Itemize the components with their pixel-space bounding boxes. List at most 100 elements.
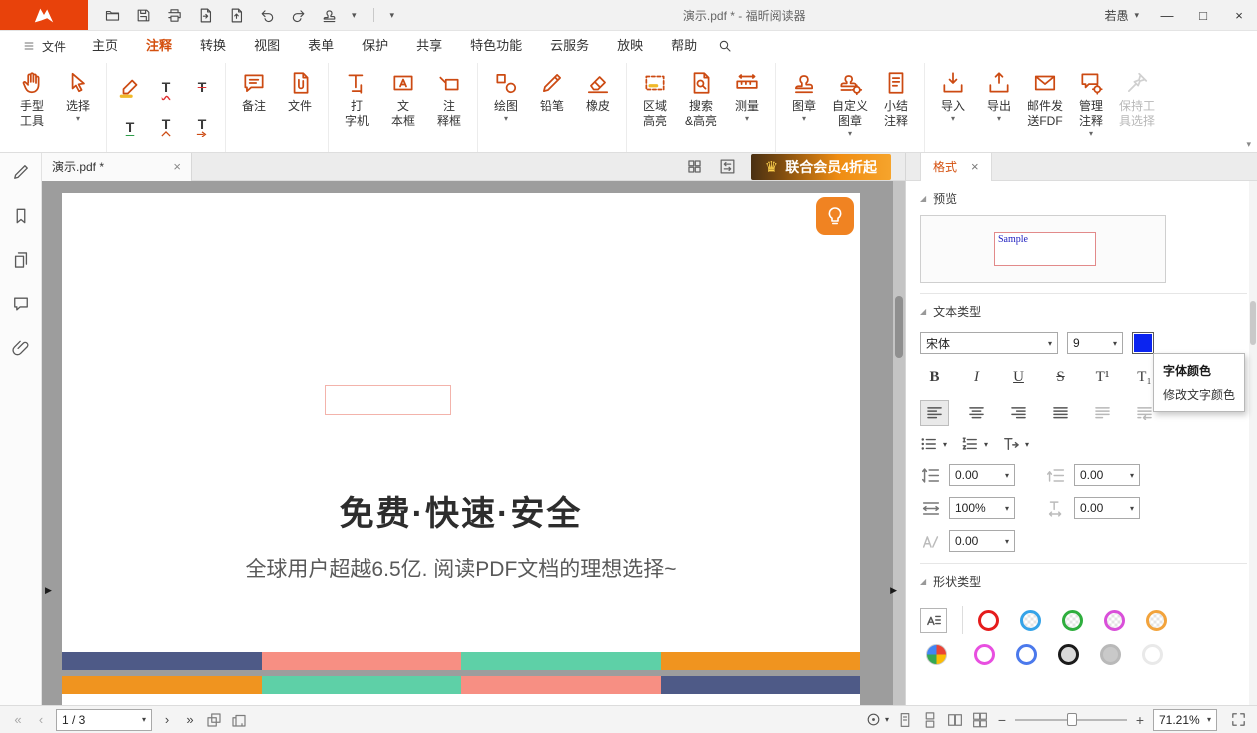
ribbon-eraser-button[interactable]: 橡皮 [575,65,621,114]
ribbon-file-attach-button[interactable]: 文件 [277,65,323,114]
clipboard-icon[interactable] [230,711,248,729]
panel-scrollbar[interactable] [1249,181,1257,705]
underline-button[interactable]: U [1004,364,1033,390]
stamp-dropdown-caret-icon[interactable]: ▾ [352,10,357,21]
bullet-list-button[interactable]: ▾ [920,436,947,452]
align-center-button[interactable] [962,400,991,426]
shape-color-red[interactable] [978,610,999,631]
ribbon-custom-stamp-button[interactable]: 自定义 图章 ▾ [827,65,873,139]
menu-slideshow[interactable]: 放映 [603,31,657,61]
zoom-slider[interactable] [1015,713,1127,727]
format-tab[interactable]: 格式 × [920,153,992,181]
menu-convert[interactable]: 转换 [186,31,240,61]
document-tab[interactable]: 演示.pdf * × [42,153,192,181]
squiggly-underline-tool[interactable]: T [153,74,179,100]
ribbon-manage-comments-button[interactable]: 管理 注释 ▾ [1068,65,1114,139]
shape-color-multicolor[interactable] [926,644,947,665]
align-justify-button[interactable] [1046,400,1075,426]
strikeout-text-tool[interactable]: T [189,74,215,100]
tab-close-icon[interactable]: × [173,159,181,174]
undo-icon[interactable] [259,7,276,24]
superscript-button[interactable]: T¹ [1088,364,1117,390]
insert-text-tool[interactable]: T [153,114,179,140]
zoom-out-button[interactable]: − [996,712,1008,728]
menu-cloud[interactable]: 云服务 [536,31,603,61]
horizontal-scale-select[interactable]: 100% ▾ [949,497,1015,519]
print-icon[interactable] [166,7,183,24]
membership-promo-banner[interactable]: ♛ 联合会员4折起 [751,154,891,180]
tab-list-icon[interactable] [718,157,737,176]
facing-view-icon[interactable] [946,711,964,729]
shape-type-section-header[interactable]: ◢ 形状类型 [920,564,1247,596]
menu-share[interactable]: 共享 [402,31,456,61]
menu-view[interactable]: 视图 [240,31,294,61]
menu-home[interactable]: 主页 [78,31,132,61]
menu-features[interactable]: 特色功能 [456,31,536,61]
create-pdf-icon[interactable] [228,7,245,24]
menu-file[interactable]: 文件 [10,31,78,61]
italic-button[interactable]: I [962,364,991,390]
first-page-button[interactable]: « [10,712,26,727]
save-icon[interactable] [135,7,152,24]
account-menu[interactable]: 若愚 ▾ [1094,7,1149,24]
panel-collapse-handle[interactable]: ▶ [890,585,897,596]
maximize-button[interactable]: □ [1185,0,1221,30]
shape-color-white[interactable] [1142,644,1163,665]
ribbon-note-button[interactable]: 备注 [231,65,277,114]
justify-all-button[interactable] [1088,400,1117,426]
shape-color-blue[interactable] [1016,644,1037,665]
grid-view-icon[interactable] [685,157,704,176]
kerning-select[interactable]: 0.00 ▾ [949,530,1015,552]
replace-text-tool[interactable]: T [189,114,215,140]
ribbon-callout-button[interactable]: 注 释框 [426,65,472,129]
ribbon-textbox-button[interactable]: 文 本框 [380,65,426,129]
continuous-facing-view-icon[interactable] [971,711,989,729]
shape-color-gray[interactable] [1100,644,1121,665]
panel-scrollbar-thumb[interactable] [1250,301,1256,345]
shape-color-magenta[interactable] [1104,610,1125,631]
ribbon-import-button[interactable]: 导入 ▾ [930,65,976,124]
shape-color-cyan[interactable] [1020,610,1041,631]
shape-color-pink[interactable] [974,644,995,665]
character-spacing-select[interactable]: 0.00 ▾ [1074,497,1140,519]
preview-section-header[interactable]: ◢ 预览 [920,181,1247,213]
document-viewport[interactable]: 免费·快速·安全 全球用户超越6.5亿. 阅读PDF文档的理想选择~ [42,181,905,705]
align-right-button[interactable] [1004,400,1033,426]
lightbulb-assistant-button[interactable] [816,197,854,235]
export-pdf-icon[interactable] [197,7,214,24]
minimize-button[interactable]: — [1149,0,1185,30]
zoom-level-select[interactable]: 71.21% ▾ [1153,709,1217,731]
empty-textbox-annotation[interactable] [325,385,451,415]
pages-panel-icon[interactable] [11,250,31,270]
ribbon-hand-tool[interactable]: 手型 工具 [9,65,55,129]
ribbon-collapse-caret-icon[interactable]: ▾ [1246,139,1251,150]
ribbon-select-tool[interactable]: 选择 ▾ [55,65,101,124]
menu-protect[interactable]: 保护 [348,31,402,61]
previous-page-button[interactable]: ‹ [33,712,49,727]
ribbon-area-highlight-button[interactable]: 区域 高亮 [632,65,678,129]
ribbon-export-button[interactable]: 导出 ▾ [976,65,1022,124]
ribbon-summarize-comments-button[interactable]: 小结 注释 [873,65,919,129]
attachments-panel-icon[interactable] [11,338,31,358]
shape-color-black[interactable] [1058,644,1079,665]
bookmarks-panel-icon[interactable] [11,206,31,226]
highlight-text-tool[interactable] [117,74,143,100]
paragraph-spacing-select[interactable]: 0.00 ▾ [1074,464,1140,486]
numbered-list-button[interactable]: ▾ [961,436,988,452]
zoom-in-button[interactable]: + [1134,712,1146,728]
font-size-select[interactable]: 9 ▾ [1067,332,1123,354]
scrollbar-thumb[interactable] [895,296,903,358]
page-number-select[interactable]: 1 / 3 ▾ [56,709,152,731]
indent-button[interactable]: ▾ [1002,436,1029,452]
close-button[interactable]: × [1221,0,1257,30]
menu-comment[interactable]: 注释 [132,31,186,61]
open-file-icon[interactable] [104,7,121,24]
zoom-slider-thumb[interactable] [1067,713,1077,726]
text-type-section-header[interactable]: ◢ 文本类型 [920,294,1247,326]
next-page-button[interactable]: › [159,712,175,727]
text-style-button[interactable] [920,608,947,633]
ribbon-email-fdf-button[interactable]: 邮件发 送FDF [1022,65,1068,129]
view-mode-button[interactable]: ▾ [865,711,889,728]
pdf-page-2[interactable] [62,676,860,705]
line-spacing-select[interactable]: 0.00 ▾ [949,464,1015,486]
